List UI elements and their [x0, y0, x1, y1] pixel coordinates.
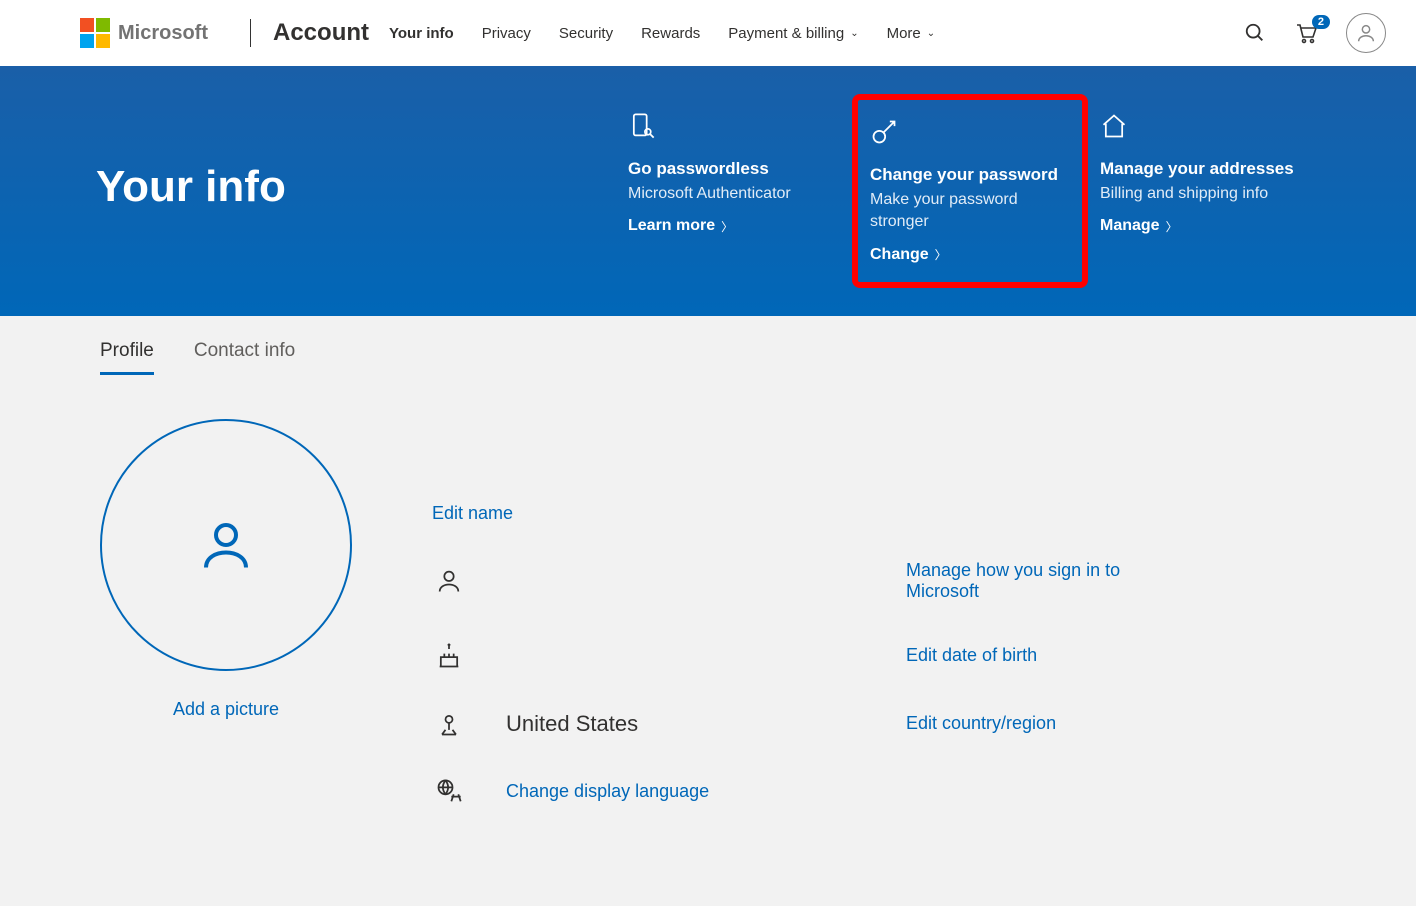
edit-dob-link[interactable]: Edit date of birth [906, 645, 1037, 666]
hero-card-title: Manage your addresses [1100, 159, 1312, 179]
person-icon [1355, 22, 1377, 44]
key-icon [870, 118, 898, 146]
cart-button[interactable]: 2 [1294, 21, 1318, 45]
header: Microsoft Account Your info Privacy Secu… [0, 0, 1416, 66]
main-nav: Your info Privacy Security Rewards Payme… [389, 25, 935, 42]
nav-label: Payment & billing [728, 25, 844, 42]
learn-more-link[interactable]: Learn more 〉 [628, 217, 840, 235]
edit-name-link[interactable]: Edit name [432, 503, 1416, 524]
profile-section: Add a picture Edit name Manage how you s… [0, 375, 1416, 906]
manage-signin-link[interactable]: Manage how you sign in to Microsoft [906, 560, 1166, 602]
nav-your-info[interactable]: Your info [389, 25, 454, 42]
action-label: Change [870, 246, 929, 264]
nav-security[interactable]: Security [559, 25, 613, 42]
chevron-right-icon: 〉 [1166, 218, 1178, 235]
profile-tabs: Profile Contact info [0, 316, 1416, 375]
nav-label: Privacy [482, 25, 531, 42]
manage-addresses-link[interactable]: Manage 〉 [1100, 217, 1312, 235]
row-dob: Edit date of birth [432, 642, 1416, 670]
nav-rewards[interactable]: Rewards [641, 25, 700, 42]
row-signin: Manage how you sign in to Microsoft [432, 560, 1416, 602]
change-password-link[interactable]: Change 〉 [870, 246, 1070, 264]
change-language-link[interactable]: Change display language [506, 781, 709, 802]
row-country: United States Edit country/region [432, 710, 1416, 738]
row-language: Change display language [432, 778, 1416, 806]
page-title: Your info [96, 106, 556, 276]
search-button[interactable] [1244, 22, 1266, 44]
hero-card-addresses: Manage your addresses Billing and shippi… [1088, 106, 1324, 276]
nav-label: Your info [389, 25, 454, 42]
globe-language-icon [435, 778, 463, 806]
chevron-right-icon: 〉 [935, 246, 947, 263]
nav-privacy[interactable]: Privacy [482, 25, 531, 42]
country-value: United States [506, 711, 866, 737]
header-actions: 2 [1244, 13, 1386, 53]
tab-contact-info[interactable]: Contact info [194, 340, 295, 375]
hero-card-desc: Billing and shipping info [1100, 183, 1312, 205]
cart-badge: 2 [1312, 15, 1330, 29]
microsoft-logo-text: Microsoft [118, 22, 208, 45]
action-label: Learn more [628, 217, 715, 235]
nav-label: Rewards [641, 25, 700, 42]
microsoft-logo[interactable]: Microsoft [80, 18, 208, 48]
chevron-down-icon: ⌄ [927, 28, 935, 39]
edit-country-link[interactable]: Edit country/region [906, 713, 1056, 734]
profile-picture-placeholder[interactable] [100, 419, 352, 671]
add-picture-link[interactable]: Add a picture [100, 699, 352, 720]
hero-card-passwordless: Go passwordless Microsoft Authenticator … [616, 106, 852, 276]
info-column: Edit name Manage how you sign in to Micr… [432, 419, 1416, 846]
nav-payment-billing[interactable]: Payment & billing ⌄ [728, 25, 858, 42]
site-title[interactable]: Account [273, 19, 369, 47]
chevron-right-icon: 〉 [721, 218, 733, 235]
hero-cards: Go passwordless Microsoft Authenticator … [616, 106, 1336, 276]
nav-more[interactable]: More ⌄ [887, 25, 936, 42]
hero-card-title: Change your password [870, 165, 1070, 185]
person-icon [435, 567, 463, 595]
hero-card-desc: Make your password stronger [870, 189, 1070, 234]
person-icon [196, 515, 256, 575]
microsoft-logo-icon [80, 18, 110, 48]
action-label: Manage [1100, 217, 1160, 235]
home-icon [1100, 112, 1128, 140]
cake-icon [435, 642, 463, 670]
tab-profile[interactable]: Profile [100, 340, 154, 375]
account-avatar[interactable] [1346, 13, 1386, 53]
hero-card-change-password: Change your password Make your password … [852, 94, 1088, 288]
nav-label: More [887, 25, 921, 42]
nav-label: Security [559, 25, 613, 42]
chevron-down-icon: ⌄ [850, 28, 858, 39]
search-icon [1244, 22, 1266, 44]
hero-banner: Your info Go passwordless Microsoft Auth… [0, 66, 1416, 316]
picture-column: Add a picture [100, 419, 352, 846]
header-divider [250, 19, 251, 47]
phone-key-icon [628, 112, 656, 140]
location-icon [435, 710, 463, 738]
hero-card-title: Go passwordless [628, 159, 840, 179]
hero-card-desc: Microsoft Authenticator [628, 183, 840, 205]
